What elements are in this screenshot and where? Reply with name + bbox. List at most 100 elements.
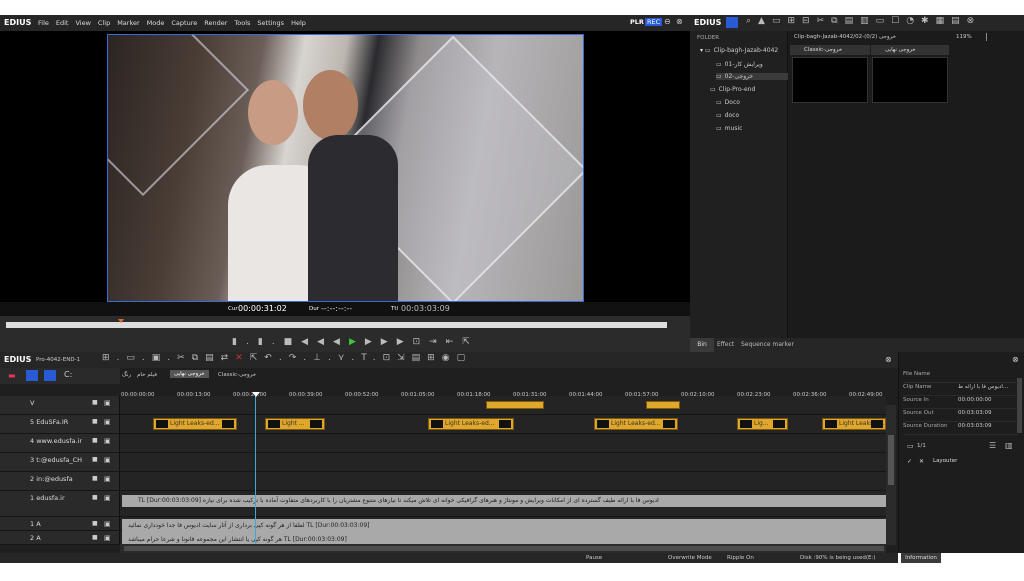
loop-icon[interactable]: ⊡ <box>413 337 430 347</box>
delete-clip-icon[interactable]: ✕ <box>235 353 250 363</box>
folder-item[interactable]: ▭ doco <box>716 112 739 119</box>
delete-icon[interactable]: ▥ <box>860 16 876 26</box>
lock-icon[interactable]: ▣ <box>104 418 111 426</box>
settings-icon[interactable]: ✱ <box>921 16 936 26</box>
copy-clip-icon[interactable]: ⧉ <box>192 353 205 363</box>
list-icon[interactable]: ☰ <box>989 441 996 450</box>
lock-icon[interactable]: ▣ <box>104 399 111 407</box>
track-toggle-icon[interactable]: ■ <box>92 494 98 501</box>
menu-edit[interactable]: Edit <box>56 19 69 27</box>
timeline-vscroll[interactable] <box>886 405 896 545</box>
light-leaks-clip[interactable]: Lig... <box>737 418 788 430</box>
clip-classic-label[interactable]: Classic-خروجی <box>790 45 870 55</box>
small-clip[interactable] <box>646 401 680 409</box>
playhead[interactable] <box>255 394 256 554</box>
ripple-icon[interactable]: ⇱ <box>250 353 265 363</box>
track-toggle-icon[interactable]: ■ <box>92 456 98 463</box>
cut-clip-icon[interactable]: ✂ <box>177 353 192 363</box>
tab-effect[interactable]: Effect <box>717 341 734 348</box>
stop-icon[interactable]: ■ <box>284 337 302 347</box>
folder-item[interactable]: ▭ Clip-Pro-end <box>710 86 755 93</box>
small-clip[interactable] <box>486 401 544 409</box>
bin-menu-icon[interactable]: ▤ <box>951 16 967 26</box>
track-toggle-icon[interactable]: ■ <box>92 534 98 541</box>
light-leaks-clip[interactable]: Light Leaks-ed... <box>428 418 514 430</box>
play-icon[interactable]: ▶ <box>349 337 365 347</box>
snapshot-icon[interactable]: ▢ <box>457 353 473 363</box>
light-leaks-clip[interactable]: Light Leaks-ed... <box>594 418 678 430</box>
folder-item[interactable]: ▭ 02-خروجی <box>716 73 788 80</box>
insert-icon[interactable]: ⇥ <box>429 337 446 347</box>
add-clip-icon[interactable]: ⊞ <box>787 16 802 26</box>
track-toggle-icon[interactable]: ■ <box>92 418 98 425</box>
lock-icon[interactable]: ▣ <box>104 437 111 445</box>
minimize-icon[interactable]: ⊖ <box>664 17 671 26</box>
menu-capture[interactable]: Capture <box>171 19 197 27</box>
insert-mode-icon[interactable] <box>26 370 38 381</box>
layout-icon[interactable]: ▤ <box>412 353 428 363</box>
save-icon[interactable]: ▣. <box>152 353 177 363</box>
copy-icon[interactable]: ⧉ <box>831 16 844 26</box>
seq-tab-final[interactable]: خروجی نهایی <box>170 370 209 378</box>
info-close-icon[interactable]: ⊗ <box>1012 355 1019 364</box>
up-icon[interactable]: ▲ <box>758 16 772 26</box>
view-mode-icon[interactable]: ▦ <box>936 16 952 26</box>
track-header[interactable]: 1 A ■ ▣ <box>0 517 120 530</box>
step-forward-icon[interactable]: ▶ <box>365 337 381 347</box>
clip-classic-thumb[interactable] <box>792 57 868 103</box>
menu-settings[interactable]: Settings <box>257 19 284 27</box>
open-project-icon[interactable]: ▭. <box>126 353 151 363</box>
export-seq-icon[interactable]: ⇲ <box>397 353 412 363</box>
timeline-hscroll[interactable] <box>120 544 886 553</box>
fast-forward-icon[interactable]: ▶▶ <box>381 337 413 347</box>
paste-icon[interactable]: ▤ <box>845 16 861 26</box>
undo-icon[interactable]: ↶. <box>264 353 288 363</box>
bin-close-icon[interactable]: ⊗ <box>967 16 982 26</box>
seq-tab-color[interactable]: رنگ <box>122 372 131 378</box>
track-header[interactable]: 2 in:@edusfa ■ ▣ <box>0 472 120 490</box>
title-icon[interactable]: T. <box>361 353 382 363</box>
close-icon[interactable]: ⊗ <box>676 17 683 26</box>
folder-view-icon[interactable] <box>726 17 738 28</box>
clip-final-label[interactable]: خروجی نهایی <box>871 45 949 55</box>
audio-icon[interactable]: ◉ <box>442 353 457 363</box>
step-back-icon[interactable]: ◀ <box>333 337 349 347</box>
menu-help[interactable]: Help <box>291 19 306 27</box>
menu-clip[interactable]: Clip <box>98 19 110 27</box>
paste-clip-icon[interactable]: ▤ <box>205 353 221 363</box>
overwrite-icon[interactable]: ⇤ <box>446 337 463 347</box>
new-sequence-icon[interactable]: ⊞. <box>102 353 126 363</box>
menu-tools[interactable]: Tools <box>234 19 250 27</box>
mixer-icon[interactable]: ⋎. <box>338 353 361 363</box>
export-icon[interactable]: ⇱ <box>462 337 479 347</box>
track-toggle-icon[interactable]: ■ <box>92 399 98 406</box>
seq-tab-classic[interactable]: Classic-خروجی <box>218 372 256 378</box>
effect-check-icon[interactable]: ✓ <box>907 458 912 465</box>
tab-sequence-marker[interactable]: Sequence marker <box>741 341 794 348</box>
track-toggle-icon[interactable]: ■ <box>92 437 98 444</box>
scrubber-handle[interactable] <box>118 319 124 323</box>
timer-icon[interactable]: ◔ <box>906 16 921 26</box>
menu-render[interactable]: Render <box>204 19 227 27</box>
monitor-icon[interactable]: ▭ <box>876 16 892 26</box>
search-icon[interactable]: ⌕ <box>746 16 758 26</box>
folder-item[interactable]: ▭ music <box>716 125 742 132</box>
plr-label[interactable]: PLR <box>630 18 644 26</box>
redo-icon[interactable]: ↷. <box>289 353 313 363</box>
lock-icon[interactable]: ▣ <box>104 475 111 483</box>
folder-item[interactable]: ▭ Doco <box>716 99 740 106</box>
tab-information[interactable]: Information <box>901 553 941 563</box>
trash-icon[interactable]: ▥ <box>1005 441 1013 450</box>
playhead-handle[interactable] <box>252 392 260 397</box>
light-leaks-clip[interactable]: Light ... <box>265 418 325 430</box>
sequence-icon[interactable]: ⊟ <box>802 16 817 26</box>
multicam-icon[interactable]: ⊞ <box>427 353 442 363</box>
zoom-slider[interactable] <box>986 33 987 41</box>
tab-bin[interactable]: Bin <box>690 338 714 352</box>
menu-marker[interactable]: Marker <box>117 19 139 27</box>
menu-file[interactable]: File <box>38 19 49 27</box>
light-leaks-clip[interactable]: Light Leaks-ed... <box>153 418 237 430</box>
effect-layouter[interactable]: Layouter <box>933 458 957 464</box>
timeline-close-icon[interactable]: ⊗ <box>885 355 892 364</box>
lock-icon[interactable]: ▣ <box>104 520 111 528</box>
